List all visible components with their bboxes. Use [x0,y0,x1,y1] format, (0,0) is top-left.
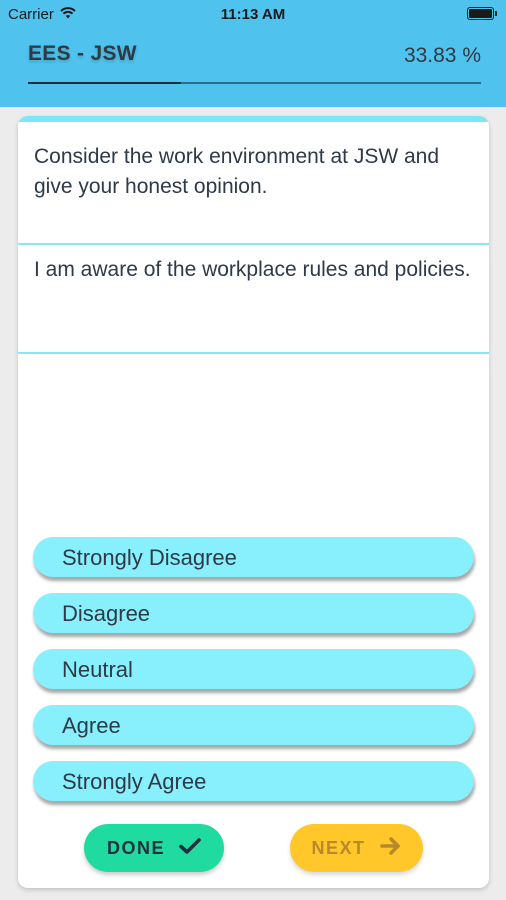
option-agree[interactable]: Agree [33,705,474,745]
status-bar: Carrier 11:13 AM [0,0,506,30]
done-label: DONE [106,837,165,858]
done-button[interactable]: DONE [84,824,224,872]
question-text: I am aware of the workplace rules and po… [34,258,471,281]
progress-track [28,82,481,84]
arrow-right-icon [379,836,402,861]
progress-bar-fill [28,82,182,84]
next-button[interactable]: NEXT [290,824,423,872]
progress-percent: 33.83 % [403,44,481,67]
divider [18,243,489,245]
check-icon [179,837,201,860]
option-disagree[interactable]: Disagree [33,593,474,633]
survey-title: EES - JSW [28,42,137,65]
card-accent-line [18,116,489,122]
option-neutral[interactable]: Neutral [33,649,474,689]
option-strongly-agree[interactable]: Strongly Agree [33,761,474,801]
divider [18,352,489,354]
battery-icon [467,7,497,20]
next-label: NEXT [311,837,366,858]
status-time: 11:13 AM [220,6,286,23]
instruction-text: Consider the work environment at JSW and… [34,145,440,198]
option-strongly-disagree[interactable]: Strongly Disagree [33,537,474,577]
app-header: Carrier 11:13 AM EES - JSW 33.83 % [0,0,506,107]
question-card: Consider the work environment at JSW and… [18,116,489,888]
